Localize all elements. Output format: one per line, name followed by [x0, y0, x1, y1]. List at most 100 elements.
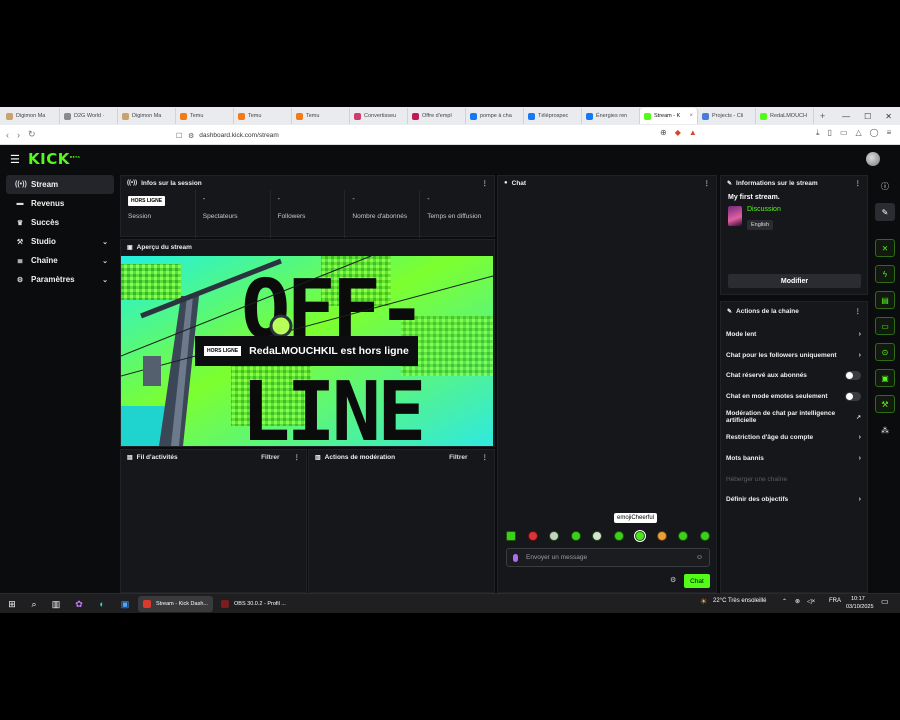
chat-send-button[interactable]: Chat	[684, 574, 710, 588]
emoji-cheerful-button[interactable]	[634, 530, 647, 542]
browser-tab[interactable]: Digimon Ma	[118, 108, 176, 124]
chevron-right-icon[interactable]: ›	[859, 496, 861, 503]
search-icon[interactable]: ⌕	[28, 598, 40, 610]
chevron-right-icon[interactable]: ›	[859, 455, 861, 462]
sidebar-item-parametres[interactable]: ⚙ Paramètres ⌄	[6, 270, 114, 289]
chevron-down-icon[interactable]: ⌄	[102, 276, 108, 284]
volume-icon[interactable]: ◁×	[807, 598, 815, 605]
warning-icon[interactable]: ▲	[689, 128, 697, 137]
task-view-icon[interactable]: ▥	[50, 598, 62, 610]
more-options-icon[interactable]: ⋮	[855, 179, 862, 187]
kick-logo[interactable]: KICKBETA	[28, 150, 80, 168]
browser-tab[interactable]: D2G World ·	[60, 108, 118, 124]
language-indicator[interactable]: FRA	[829, 598, 841, 604]
back-icon[interactable]: ‹	[6, 130, 9, 140]
weather-text[interactable]: 22°C Très ensoleillé	[713, 598, 766, 604]
more-options-icon[interactable]: ⋮	[294, 453, 301, 461]
notifications-icon[interactable]: ▭	[881, 597, 889, 606]
shield-icon[interactable]: ◆	[675, 128, 681, 137]
emoji-button[interactable]	[549, 531, 560, 541]
close-tab-icon[interactable]: ×	[689, 113, 693, 119]
browser-tab[interactable]: Temu	[292, 108, 350, 124]
more-options-icon[interactable]: ⋮	[482, 179, 489, 187]
broadcast-icon[interactable]: ⊙	[875, 343, 895, 361]
info-icon[interactable]: ⓘ	[875, 177, 895, 195]
sidebar-item-chaine[interactable]: ≣ Chaîne ⌄	[6, 251, 114, 270]
channel-action-row[interactable]: Restriction d'âge du compte ›	[721, 427, 867, 448]
browser-tab[interactable]: Temu	[176, 108, 234, 124]
sidebar-item-revenus[interactable]: ▬ Revenus	[6, 194, 114, 213]
url-field[interactable]: ☐ ⚙ dashboard.kick.com/stream	[176, 129, 279, 142]
browser-tab[interactable]: Convertisseu	[350, 108, 408, 124]
emoji-button[interactable]	[527, 531, 538, 541]
edit-stream-info-button[interactable]: Modifier	[728, 274, 861, 288]
bookmark-icon[interactable]: ☐	[176, 132, 182, 140]
taskbar-app[interactable]: Stream - Kick Dash...	[138, 596, 213, 612]
sidebar-item-studio[interactable]: ⚒ Studio ⌄	[6, 232, 114, 251]
browser-tab[interactable]: Offre d'empl	[408, 108, 466, 124]
category-link[interactable]: Discussion	[747, 206, 781, 213]
chevron-right-icon[interactable]: ›	[859, 352, 861, 359]
new-tab-button[interactable]: +	[814, 111, 831, 121]
wallet-icon[interactable]: ▭	[840, 128, 848, 138]
leo-icon[interactable]: △	[856, 128, 862, 138]
hamburger-menu-icon[interactable]: ☰	[10, 153, 20, 166]
chat-settings-icon[interactable]: ⚙	[670, 576, 676, 584]
emoji-button[interactable]	[613, 531, 624, 541]
windows-start-icon[interactable]: ⊞	[6, 598, 18, 610]
sidebar-icon[interactable]: ▯	[828, 128, 832, 138]
copilot-icon[interactable]: ✿	[73, 598, 85, 610]
download-icon[interactable]: ⤓	[816, 128, 820, 138]
browser-tab[interactable]: Stream - K ×	[640, 108, 698, 124]
clock-date[interactable]: 03/10/2025	[846, 604, 874, 610]
store-icon[interactable]: ▣	[119, 598, 131, 610]
vpn-icon[interactable]: ◯	[870, 128, 879, 138]
raid-icon[interactable]: ⨯	[875, 239, 895, 257]
browser-tab[interactable]: Temu	[234, 108, 292, 124]
forward-icon[interactable]: ›	[17, 130, 20, 140]
more-options-icon[interactable]: ⋮	[482, 453, 489, 461]
emoji-button[interactable]	[570, 531, 581, 541]
channel-action-row[interactable]: Chat en mode emotes seulement	[721, 386, 867, 407]
channel-action-row[interactable]: Définir des objectifs ›	[721, 490, 867, 511]
minimize-icon[interactable]: —	[842, 112, 850, 121]
channel-action-row[interactable]: Modération de chat par intelligence arti…	[721, 407, 867, 428]
browser-tab[interactable]: Énergies ren	[582, 108, 640, 124]
browser-tab[interactable]: RedaLMOUCH	[756, 108, 814, 124]
external-link-icon[interactable]: ↗	[856, 414, 861, 421]
channel-action-row[interactable]: Mots bannis ›	[721, 448, 867, 469]
emoji-button[interactable]	[656, 531, 667, 541]
taskbar-app[interactable]: OBS 30.0.2 - Profil ...	[216, 596, 291, 612]
wrench-icon[interactable]: ⚒	[875, 395, 895, 413]
user-avatar[interactable]	[866, 152, 880, 166]
browser-tab[interactable]: Projects - Cli	[698, 108, 756, 124]
edit-icon[interactable]: ✎	[875, 203, 895, 221]
clock-time[interactable]: 10:17	[851, 596, 865, 602]
activity-filter-button[interactable]: Filtrer	[261, 454, 279, 461]
reload-icon[interactable]: ↻	[28, 129, 36, 140]
chat-bubble-icon[interactable]: ▭	[875, 317, 895, 335]
browser-tab[interactable]: Digimon Ma	[2, 108, 60, 124]
edge-icon[interactable]: ◐	[96, 598, 108, 610]
chat-message-input[interactable]: Envoyer un message ☺	[506, 548, 710, 567]
sidebar-item-succes[interactable]: ♛ Succès	[6, 213, 114, 232]
tray-chevron-icon[interactable]: ⌃	[782, 598, 787, 605]
chevron-right-icon[interactable]: ›	[859, 331, 861, 338]
chevron-down-icon[interactable]: ⌄	[102, 257, 108, 265]
notes-icon[interactable]: ▤	[875, 291, 895, 309]
moderation-filter-button[interactable]: Filtrer	[449, 454, 467, 461]
more-options-icon[interactable]: ⋮	[704, 179, 711, 187]
menu-icon[interactable]: ≡	[887, 128, 892, 138]
card-icon[interactable]: ▣	[875, 369, 895, 387]
toggle-switch[interactable]	[845, 371, 861, 381]
chevron-right-icon[interactable]: ›	[859, 434, 861, 441]
more-options-icon[interactable]: ⋮	[855, 307, 862, 315]
share-icon[interactable]: ⁂	[875, 421, 895, 439]
channel-action-row[interactable]: Chat pour les followers uniquement ›	[721, 345, 867, 366]
site-info-icon[interactable]: ⚙	[188, 132, 194, 140]
toggle-switch[interactable]	[845, 391, 861, 401]
close-window-icon[interactable]: ✕	[885, 112, 892, 121]
microphone-icon[interactable]	[513, 553, 518, 562]
network-icon[interactable]: ⊗	[795, 598, 800, 605]
emoji-button[interactable]	[592, 531, 603, 541]
